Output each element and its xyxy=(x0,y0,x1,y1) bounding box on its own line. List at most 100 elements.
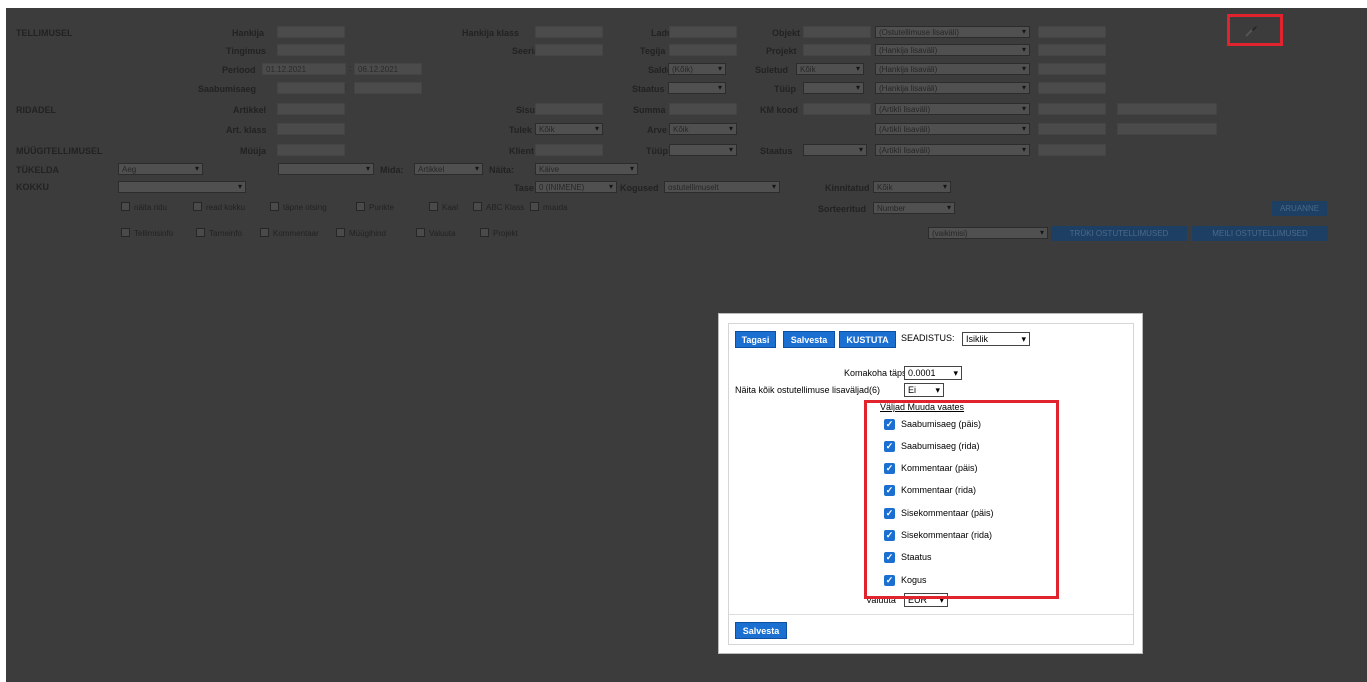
checkbox-myygihind[interactable] xyxy=(336,228,345,237)
lisavali-input-1[interactable] xyxy=(1038,26,1106,38)
label-km-kood: KM kood xyxy=(760,105,798,115)
checkbox-punkte[interactable] xyxy=(356,202,365,211)
checkbox-read-kokku[interactable] xyxy=(193,202,202,211)
lisavali-input-8[interactable] xyxy=(1117,123,1217,135)
salvesta-button[interactable]: Salvesta xyxy=(783,331,835,348)
tingimus-input[interactable] xyxy=(277,44,345,56)
label-staatus-2: Staatus xyxy=(760,146,793,156)
checkbox-label: Kommentaar xyxy=(273,229,319,238)
tase-select[interactable]: 0 (INIMENE) ▾ xyxy=(535,181,617,193)
label-hankija-klass: Hankija klass xyxy=(462,28,520,38)
ostu-lisavali-select-1[interactable]: (Ostutellimuse lisaväli) ▾ xyxy=(875,26,1030,38)
hankija-input[interactable] xyxy=(277,26,345,38)
art-klass-input[interactable] xyxy=(277,123,345,135)
tagasi-button[interactable]: Tagasi xyxy=(735,331,776,348)
kogused-select[interactable]: ostutellimuselt ▾ xyxy=(664,181,780,193)
staatus-select-2[interactable]: ▾ xyxy=(803,144,867,156)
ladu-input[interactable] xyxy=(669,26,737,38)
komakoha-select[interactable]: 0.0001 ▾ xyxy=(904,366,962,380)
km-kood-input[interactable] xyxy=(803,103,871,115)
tulek-select[interactable]: Kõik ▾ xyxy=(535,123,603,135)
checkbox-naita-ridu[interactable] xyxy=(121,202,130,211)
artikli-lisavali-select-3[interactable]: (Artikli lisaväli) ▾ xyxy=(875,144,1030,156)
tryki-ostutellimused-button[interactable]: TRÜKI OSTUTELLIMUSED xyxy=(1051,226,1187,241)
summa-input[interactable] xyxy=(669,103,737,115)
label-objekt: Objekt xyxy=(772,28,801,38)
checkbox-tapne-otsing[interactable] xyxy=(270,202,279,211)
label-kinnitatud: Kinnitatud xyxy=(825,183,870,193)
checkbox-muuda[interactable] xyxy=(530,202,539,211)
seeria-input[interactable] xyxy=(535,44,603,56)
klient-input[interactable] xyxy=(535,144,603,156)
sisu-input[interactable] xyxy=(535,103,603,115)
saldo-select[interactable]: (Kõik) ▾ xyxy=(668,63,726,75)
objekt-input[interactable] xyxy=(803,26,871,38)
checkbox-projekt[interactable] xyxy=(480,228,489,237)
saabumisaeg-to-input[interactable] xyxy=(354,82,422,94)
checkbox-label: Müügihind xyxy=(349,229,386,238)
checkbox-kaal[interactable] xyxy=(429,202,438,211)
hankija-lisavali-select-2[interactable]: (Hankija lisaväli) ▾ xyxy=(875,63,1030,75)
checkbox-label: täpne otsing xyxy=(283,203,327,212)
checkbox-kommentaar[interactable] xyxy=(260,228,269,237)
checkbox-tellimisinfo[interactable] xyxy=(121,228,130,237)
period-to-input[interactable]: 06.12.2021 xyxy=(354,63,422,75)
tykelda-select[interactable]: Aeg ▾ xyxy=(118,163,203,175)
lisavali-input-7[interactable] xyxy=(1038,123,1106,135)
label-tulek: Tulek xyxy=(509,125,532,135)
hankija-klass-input[interactable] xyxy=(535,26,603,38)
saabumisaeg-from-input[interactable] xyxy=(277,82,345,94)
mida-select[interactable]: Artikkel ▾ xyxy=(414,163,483,175)
tykelda-select-2[interactable]: ▾ xyxy=(278,163,374,175)
dialog-frame: Tagasi Salvesta KUSTUTA SEADISTUS: Isikl… xyxy=(728,323,1134,645)
settings-dialog: Tagasi Salvesta KUSTUTA SEADISTUS: Isikl… xyxy=(718,313,1143,654)
salvesta-bottom-button[interactable]: Salvesta xyxy=(735,622,787,639)
hankija-lisavali-select-1[interactable]: (Hankija lisaväli) ▾ xyxy=(875,44,1030,56)
lisavali-input-3[interactable] xyxy=(1038,63,1106,75)
checkbox-label: ABC Klass xyxy=(486,203,525,212)
lisavali-input-9[interactable] xyxy=(1038,144,1106,156)
section-tykelda: TÜKELDA xyxy=(16,165,59,175)
staatus-select[interactable]: ▾ xyxy=(668,82,726,94)
label-artikkel: Artikkel xyxy=(233,105,267,115)
artikkel-input[interactable] xyxy=(277,103,345,115)
period-separator: : xyxy=(349,64,352,73)
highlight-fields-box xyxy=(864,400,1059,599)
artikli-lisavali-select-2[interactable]: (Artikli lisaväli) ▾ xyxy=(875,123,1030,135)
label-art-klass: Art. klass xyxy=(226,125,267,135)
seadistus-select[interactable]: Isiklik ▾ xyxy=(962,332,1030,346)
artikli-lisavali-select-1[interactable]: (Artikli lisaväli) ▾ xyxy=(875,103,1030,115)
lisavali-input-5[interactable] xyxy=(1038,103,1106,115)
naita-select[interactable]: Käive ▾ xyxy=(535,163,638,175)
label-tegija: Tegija xyxy=(640,46,666,56)
checkbox-tarneinfo[interactable] xyxy=(196,228,205,237)
projekt-input[interactable] xyxy=(803,44,871,56)
lisavali-input-2[interactable] xyxy=(1038,44,1106,56)
vaikimisi-select[interactable]: (vaikimisi) ▾ xyxy=(928,227,1048,239)
aruanne-button[interactable]: ARUANNE xyxy=(1272,201,1327,216)
arve-select[interactable]: Kõik ▾ xyxy=(669,123,737,135)
suletud-select[interactable]: Kõik ▾ xyxy=(796,63,864,75)
saabumisaeg-separator: : xyxy=(345,83,348,92)
kustuta-button[interactable]: KUSTUTA xyxy=(839,331,896,348)
lisavali-input-6[interactable] xyxy=(1117,103,1217,115)
label-mida: Mida: xyxy=(380,165,404,175)
label-tyyp: Tüüp xyxy=(774,84,796,94)
section-ridadel: RIDADEL xyxy=(16,105,56,115)
tyyp-select-2[interactable]: ▾ xyxy=(669,144,737,156)
tyyp-select[interactable]: ▾ xyxy=(803,82,864,94)
kinnitatud-select[interactable]: Kõik ▾ xyxy=(873,181,951,193)
period-from-input[interactable]: 01.12.2021 xyxy=(262,63,346,75)
label-suletud: Suletud xyxy=(755,65,788,75)
lisavali-input-4[interactable] xyxy=(1038,82,1106,94)
checkbox-label: muuda xyxy=(543,203,568,212)
sorteeritud-select[interactable]: Number ▾ xyxy=(873,202,955,214)
myyja-input[interactable] xyxy=(277,144,345,156)
hankija-lisavali-select-3[interactable]: (Hankija lisaväli) ▾ xyxy=(875,82,1030,94)
checkbox-abc-klass[interactable] xyxy=(473,202,482,211)
meili-ostutellimused-button[interactable]: MEILI OSTUTELLIMUSED xyxy=(1192,226,1328,241)
tegija-input[interactable] xyxy=(669,44,737,56)
checkbox-valuuta[interactable] xyxy=(416,228,425,237)
naita-lisavaljad-select[interactable]: Ei ▾ xyxy=(904,383,944,397)
kokku-select[interactable]: ▾ xyxy=(118,181,246,193)
